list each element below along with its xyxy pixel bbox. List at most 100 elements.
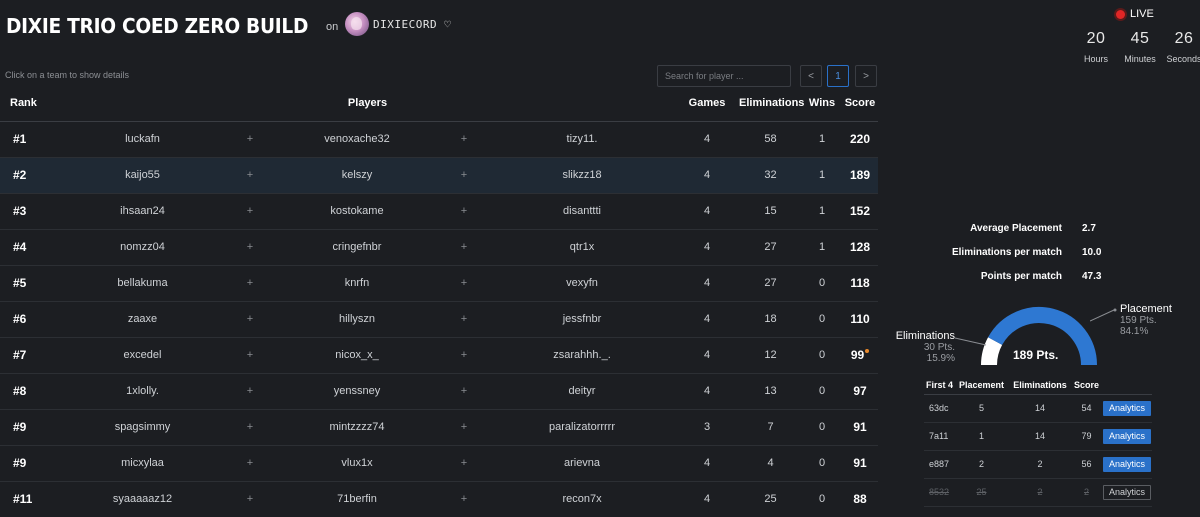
games-cell: 4 [675, 157, 740, 194]
table-row[interactable]: #4 nomzz04 + cringefnbr + qtr1x 4 27 1 128 [0, 229, 879, 266]
player-2-name: kelszy [275, 157, 439, 194]
eliminations-legend: Eliminations 30 Pts. 15.9% [889, 331, 955, 365]
analytics-button[interactable]: Analytics [1103, 484, 1151, 500]
rank-cell: #3 [0, 193, 60, 230]
next-page-button[interactable]: > [855, 65, 877, 87]
player-3-name: qtr1x [489, 229, 676, 266]
player-1-name: ihsaan24 [60, 193, 225, 230]
player-3-name: arievna [489, 445, 676, 482]
player-3-name: jessfnbr [489, 301, 676, 338]
table-row[interactable]: #9 micxylaa + vlux1x + arievna 4 4 0 91 [0, 445, 879, 482]
games-cell: 4 [675, 193, 740, 230]
score-value: 110 [850, 312, 870, 326]
analytics-button[interactable]: Analytics [1103, 456, 1151, 472]
player-2-name: 71berfin [275, 481, 439, 517]
rank-cell: #5 [0, 265, 60, 302]
live-dot-icon [1116, 9, 1125, 19]
eliminations-callout-line [954, 337, 987, 346]
wins-cell: 1 [802, 193, 843, 230]
table-row[interactable]: #6 zaaxe + hillyszn + jessfnbr 4 18 0 110 [0, 301, 879, 338]
eliminations-cell: 27 [739, 265, 803, 302]
analytics-button[interactable]: Analytics [1103, 400, 1151, 416]
placement-callout-line [1090, 308, 1117, 322]
first4-row: e887 2 2 56 Analytics [924, 450, 1152, 479]
games-cell: 4 [675, 445, 740, 482]
eliminations-cell: 18 [739, 301, 803, 338]
prev-page-button[interactable]: < [800, 65, 822, 87]
plus-separator: + [225, 481, 275, 517]
match-id: 63dc [924, 394, 954, 423]
score-cell: 91 [842, 409, 879, 446]
analytics-button[interactable]: Analytics [1103, 428, 1151, 444]
first4-header-eliminations: Eliminations [1009, 377, 1071, 395]
rank-cell: #9 [0, 409, 60, 446]
plus-separator: + [439, 121, 489, 158]
table-row[interactable]: #9 spagsimmy + mintzzzz74 + paralizatorrrrr 3 7… [0, 409, 879, 446]
hours-value: 20 [1086, 30, 1106, 47]
match-score: 56 [1071, 450, 1102, 479]
table-row[interactable]: #1 luckafn + venoxache32 + tizy11. 4 58 1 220 [0, 121, 879, 158]
player-2-name: nicox_x_ [275, 337, 439, 374]
player-2-name: kostokame [275, 193, 439, 230]
total-points: 189 Pts. [1013, 348, 1059, 362]
rank-cell: #8 [0, 373, 60, 410]
rank-cell: #6 [0, 301, 60, 338]
score-value: 152 [850, 204, 871, 218]
score-value: 128 [850, 240, 871, 254]
games-header: Games [675, 86, 740, 122]
avg-placement-value: 2.7 [1082, 223, 1096, 234]
plus-separator: + [439, 373, 489, 410]
table-row[interactable]: #3 ihsaan24 + kostokame + disanttti 4 15 1 152 [0, 193, 879, 230]
table-row[interactable]: #5 bellakuma + knrfn + vexyfn 4 27 0 118 [0, 265, 879, 302]
placement-legend-pct: 84.1% [1120, 326, 1149, 337]
table-row[interactable]: #7 excedel + nicox_x_ + zsarahhh._. 4 12 0 99 [0, 337, 879, 374]
first4-header-action [1102, 377, 1152, 395]
table-row[interactable]: #2 kaijo55 + kelszy + slikzz18 4 32 1 189 [0, 157, 879, 194]
match-score: 2 [1071, 478, 1102, 507]
live-badge: LIVE [1116, 8, 1154, 20]
placement-legend-pts: 159 Pts. [1120, 315, 1157, 326]
rank-header: Rank [0, 86, 60, 122]
hint-text: Click on a team to show details [5, 70, 130, 80]
plus-separator: + [439, 229, 489, 266]
eliminations-header: Eliminations [739, 86, 804, 122]
eliminations-cell: 25 [739, 481, 803, 517]
first4-header-id: First 4 [924, 377, 954, 395]
on-label: on [326, 21, 339, 33]
plus-separator: + [439, 157, 489, 194]
wins-cell: 0 [802, 337, 843, 374]
match-id: 7a11 [924, 422, 954, 451]
elims-per-match-row: Eliminations per match 10.0 [924, 245, 1184, 269]
player-search-input[interactable] [657, 65, 791, 87]
table-row[interactable]: #8 1xlolly. + yenssney + deityr 4 13 0 97 [0, 373, 879, 410]
eliminations-cell: 32 [739, 157, 803, 194]
player-3-name: slikzz18 [489, 157, 676, 194]
match-eliminations: 14 [1009, 422, 1071, 451]
plus-separator: + [225, 445, 275, 482]
first4-table: First 4 Placement Eliminations Score 63d… [924, 377, 1152, 507]
plus-separator: + [225, 265, 275, 302]
wins-cell: 1 [802, 157, 843, 194]
first4-row: 63dc 5 14 54 Analytics [924, 394, 1152, 423]
rank-cell: #1 [0, 121, 60, 158]
points-per-match-value: 47.3 [1082, 271, 1102, 282]
server-avatar[interactable] [345, 12, 369, 36]
table-row[interactable]: #11 syaaaaaz12 +71berfin + recon7x 4 25 0 88 [0, 481, 879, 517]
eliminations-cell: 4 [739, 445, 803, 482]
match-eliminations: 14 [1009, 394, 1071, 423]
wins-cell: 0 [802, 373, 843, 410]
score-header: Score [842, 86, 879, 122]
plus-separator: + [225, 301, 275, 338]
player-1-name: syaaaaaz12 [60, 481, 225, 517]
match-eliminations: 2 [1009, 450, 1071, 479]
first4-row: 8532 25 2 2 Analytics [924, 478, 1152, 507]
server-name[interactable]: DIXIECORD ♡ [373, 18, 451, 31]
player-3-name: tizy11. [489, 121, 676, 158]
page-1-button[interactable]: 1 [827, 65, 849, 87]
games-cell: 4 [675, 373, 740, 410]
seconds-label: Seconds [1166, 54, 1200, 64]
player-1-name: bellakuma [60, 265, 225, 302]
plus-separator: + [225, 229, 275, 266]
player-1-name: micxylaa [60, 445, 225, 482]
points-per-match-label: Points per match [980, 271, 1062, 282]
